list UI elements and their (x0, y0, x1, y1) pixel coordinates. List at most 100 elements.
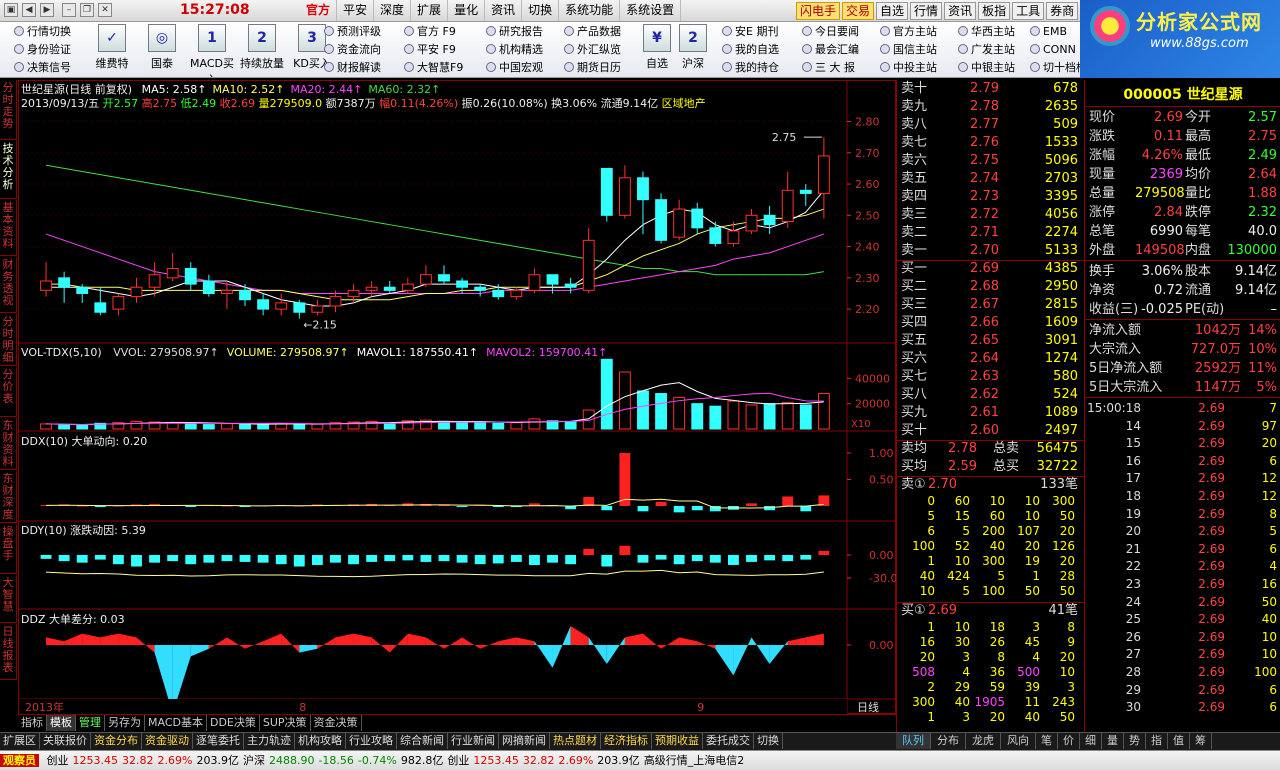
quick-button-2[interactable]: 自选 (876, 2, 909, 20)
big-tool-3[interactable]: 2 持续放量 (238, 24, 286, 71)
right-tab-7[interactable]: 量 (1102, 733, 1124, 749)
side-tab-8[interactable]: 操盘手 (0, 524, 17, 574)
tool-col8-item-2[interactable]: 中投主站 (880, 59, 937, 77)
func-tab-10[interactable]: 网摘新闻 (499, 733, 550, 749)
indicator-tab-4[interactable]: MACD基本 (145, 715, 207, 731)
sell-level-8[interactable]: 卖二 2.71 2274 (897, 224, 1084, 242)
tool-col5-item-2[interactable]: 期货日历 (564, 59, 621, 77)
buy-level-1[interactable]: 买二 2.68 2950 (897, 278, 1084, 296)
buy-level-7[interactable]: 买八 2.62 524 (897, 386, 1084, 404)
indicator-tab-0[interactable]: 指标 (18, 715, 47, 731)
menu-item-8[interactable]: 系统设置 (620, 0, 682, 21)
side-tab-1[interactable]: 技术分析 (0, 141, 17, 199)
tool-col4-item-1[interactable]: 机构精选 (486, 41, 543, 59)
tool-col3-item-2[interactable]: 大智慧F9 (404, 59, 463, 77)
sell-level-3[interactable]: 卖七 2.76 1533 (897, 134, 1084, 152)
buy-level-6[interactable]: 买七 2.63 580 (897, 368, 1084, 386)
sell-level-1[interactable]: 卖九 2.78 2635 (897, 98, 1084, 116)
tool-col6-item-2[interactable]: 我的持仓 (722, 59, 779, 77)
quick-button-5[interactable]: 板指 (978, 2, 1011, 20)
indicator-tab-5[interactable]: DDE决策 (207, 715, 260, 731)
func-tab-7[interactable]: 行业攻略 (346, 733, 397, 749)
back-icon[interactable]: ◀ (22, 3, 36, 17)
quick-button-1[interactable]: 交易 (842, 2, 875, 20)
buy-level-0[interactable]: 买一 2.69 4385 (897, 260, 1084, 278)
buy-level-8[interactable]: 买九 2.61 1089 (897, 404, 1084, 422)
tool-col10-item-2[interactable]: 切十档框 (1030, 59, 1080, 77)
big-tool2-1[interactable]: 2 沪深 (676, 24, 710, 71)
big-tool-2[interactable]: 1 MACD买入 (188, 24, 236, 77)
buy-level-3[interactable]: 买四 2.66 1609 (897, 314, 1084, 332)
func-tab-8[interactable]: 综合新闻 (397, 733, 448, 749)
sell-level-0[interactable]: 卖十 2.79 678 (897, 80, 1084, 98)
tool-col7-item-2[interactable]: 三 大 报 (802, 59, 859, 77)
big-tool2-0[interactable]: ¥ 自选 (640, 24, 674, 71)
right-tab-5[interactable]: 价 (1058, 733, 1080, 749)
side-tab-5[interactable]: 分价表 (0, 367, 17, 417)
right-tab-10[interactable]: 值 (1168, 733, 1190, 749)
indicator-tab-1[interactable]: 模板 (47, 715, 76, 731)
func-tab-4[interactable]: 逐笔委托 (193, 733, 244, 749)
buy-level-5[interactable]: 买六 2.64 1274 (897, 350, 1084, 368)
side-tab-3[interactable]: 财务透视 (0, 257, 17, 313)
menu-item-7[interactable]: 系统功能 (559, 0, 621, 21)
right-tab-8[interactable]: 势 (1124, 733, 1146, 749)
menu-item-3[interactable]: 扩展 (411, 0, 449, 21)
big-tool-1[interactable]: ◎ 国泰 (138, 24, 186, 71)
tool-col10-item-0[interactable]: EMB (1030, 23, 1080, 41)
tool-col2-item-2[interactable]: 财报解读 (324, 59, 381, 77)
tool-col1-item-0[interactable]: 行情切换 (14, 23, 71, 41)
side-tab-6[interactable]: 东财资料 (0, 418, 17, 470)
menu-item-1[interactable]: 平安 (337, 0, 375, 21)
right-tab-6[interactable]: 细 (1080, 733, 1102, 749)
restore-icon[interactable]: ❐ (80, 3, 94, 17)
menu-item-4[interactable]: 量化 (448, 0, 486, 21)
tool-col9-item-2[interactable]: 中银主站 (958, 59, 1015, 77)
func-tab-14[interactable]: 委托成交 (703, 733, 754, 749)
func-tab-11[interactable]: 热点题材 (550, 733, 601, 749)
sell-level-9[interactable]: 卖一 2.70 5133 (897, 242, 1084, 260)
big-tool-0[interactable]: ✓ 维费特 (88, 24, 136, 71)
sell-level-7[interactable]: 卖三 2.72 4056 (897, 206, 1084, 224)
func-tab-13[interactable]: 预期收益 (652, 733, 703, 749)
tool-col1-item-1[interactable]: 身份验证 (14, 41, 71, 59)
tool-col6-item-0[interactable]: 安E 期刊 (722, 23, 779, 41)
tool-col3-item-1[interactable]: 平安 F9 (404, 41, 463, 59)
right-tab-9[interactable]: 指 (1146, 733, 1168, 749)
tool-col2-item-0[interactable]: 预测评级 (324, 23, 381, 41)
menu-item-2[interactable]: 深度 (374, 0, 412, 21)
buy-level-2[interactable]: 买三 2.67 2815 (897, 296, 1084, 314)
tool-col2-item-1[interactable]: 资金流向 (324, 41, 381, 59)
sell-level-4[interactable]: 卖六 2.75 5096 (897, 152, 1084, 170)
side-tab-7[interactable]: 东财深度 (0, 471, 17, 523)
tool-col8-item-0[interactable]: 官方主站 (880, 23, 937, 41)
app-menu-icon[interactable]: ▣ (4, 3, 18, 17)
buy-level-9[interactable]: 买十 2.60 2497 (897, 422, 1084, 440)
func-tab-3[interactable]: 资金驱动 (142, 733, 193, 749)
tool-col3-item-0[interactable]: 官方 F9 (404, 23, 463, 41)
minimize-icon[interactable]: – (62, 3, 76, 17)
tool-col5-item-0[interactable]: 产品数据 (564, 23, 621, 41)
tool-col9-item-1[interactable]: 广发主站 (958, 41, 1015, 59)
tool-col9-item-0[interactable]: 华西主站 (958, 23, 1015, 41)
indicator-tab-2[interactable]: 管理 (76, 715, 105, 731)
buy-level-4[interactable]: 买五 2.65 3091 (897, 332, 1084, 350)
menu-item-0[interactable]: 官方 (300, 0, 338, 21)
side-tab-0[interactable]: 分时走势 (0, 80, 17, 140)
side-tab-9[interactable]: 大智慧 (0, 575, 17, 623)
right-tab-0[interactable]: 队列 (896, 733, 931, 749)
quick-button-4[interactable]: 资讯 (944, 2, 977, 20)
tool-col7-item-0[interactable]: 今日要闻 (802, 23, 859, 41)
kline-chart[interactable]: 2.80 2.70 2.60 2.50 2.40 2.30 2.20 2.75 ←2.15 400… (18, 80, 897, 715)
tool-col4-item-2[interactable]: 中国宏观 (486, 59, 543, 77)
quick-button-7[interactable]: 券商 (1046, 2, 1079, 20)
func-tab-0[interactable]: 扩展区 (0, 733, 40, 749)
func-tab-6[interactable]: 机构攻略 (295, 733, 346, 749)
right-tab-4[interactable]: 笔 (1036, 733, 1058, 749)
func-tab-5[interactable]: 主力轨迹 (244, 733, 295, 749)
tool-col7-item-1[interactable]: 最会汇编 (802, 41, 859, 59)
menu-item-5[interactable]: 资讯 (485, 0, 523, 21)
tool-col4-item-0[interactable]: 研究报告 (486, 23, 543, 41)
right-tab-1[interactable]: 分布 (931, 733, 966, 749)
func-tab-1[interactable]: 关联报价 (40, 733, 91, 749)
